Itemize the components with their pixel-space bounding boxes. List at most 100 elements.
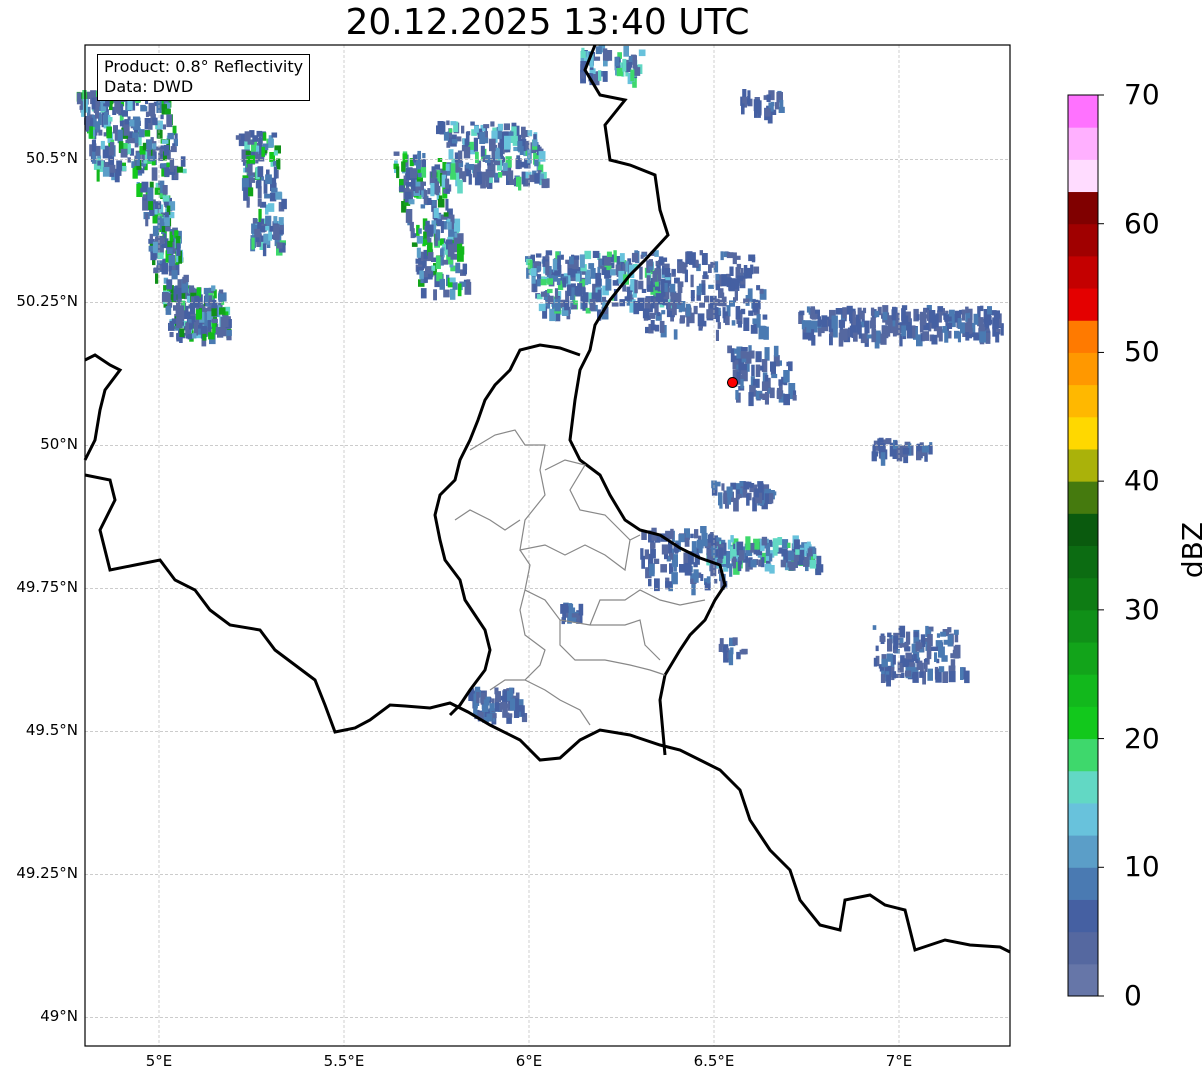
echo-pixel bbox=[853, 332, 858, 342]
echo-pixel bbox=[732, 556, 736, 569]
colorbar-tick-label: 30 bbox=[1124, 592, 1160, 626]
echo-pixel bbox=[708, 534, 715, 543]
echo-pixel bbox=[751, 364, 755, 377]
echo-pixel bbox=[517, 141, 523, 152]
echo-pixel bbox=[750, 542, 755, 553]
echo-pixel bbox=[664, 268, 671, 278]
echo-pixel bbox=[985, 332, 991, 344]
echo-pixel bbox=[677, 281, 684, 288]
echo-pixel bbox=[149, 181, 154, 189]
echo-pixel bbox=[730, 535, 734, 543]
echo-pixel bbox=[455, 172, 460, 181]
echo-pixel bbox=[913, 631, 919, 638]
echo-pixel bbox=[262, 243, 267, 257]
colorbar-tick-label: 70 bbox=[1124, 78, 1160, 111]
echo-pixel bbox=[737, 320, 742, 328]
colorbar-tick-label: 10 bbox=[1124, 850, 1160, 884]
echo-pixel bbox=[451, 139, 458, 144]
echo-pixel bbox=[402, 153, 408, 163]
echo-pixel bbox=[965, 306, 969, 314]
echo-pixel bbox=[880, 452, 886, 466]
echo-pixel bbox=[886, 674, 891, 687]
echo-pixel bbox=[173, 305, 177, 311]
echo-pixel bbox=[927, 673, 932, 678]
echo-pixel bbox=[167, 132, 174, 140]
echo-pixel bbox=[735, 390, 739, 400]
echo-pixel bbox=[590, 268, 596, 279]
echo-pixel bbox=[901, 315, 909, 324]
echo-pixel bbox=[164, 167, 170, 177]
echo-pixel bbox=[780, 559, 786, 568]
echo-pixel bbox=[532, 139, 538, 147]
echo-pixel bbox=[660, 564, 667, 573]
echo-pixel bbox=[439, 278, 445, 290]
echo-pixel bbox=[426, 197, 432, 205]
echo-pixel bbox=[545, 250, 553, 256]
echo-pixel bbox=[706, 576, 711, 584]
echo-pixel bbox=[161, 226, 166, 233]
echo-pixel bbox=[638, 49, 646, 57]
echo-pixel bbox=[152, 143, 157, 150]
echo-pixel bbox=[405, 209, 413, 223]
echo-pixel bbox=[413, 233, 417, 238]
echo-pixel bbox=[435, 256, 441, 269]
echo-pixel bbox=[921, 314, 926, 326]
echo-pixel bbox=[723, 493, 728, 504]
echo-pixel bbox=[572, 265, 577, 269]
lon-tick-label: 6°E bbox=[515, 1052, 543, 1070]
echo-pixel bbox=[117, 129, 123, 144]
echo-pixel bbox=[547, 288, 553, 294]
echo-pixel bbox=[211, 318, 218, 324]
echo-pixel bbox=[806, 306, 810, 313]
echo-pixel bbox=[534, 173, 540, 184]
echo-pixel bbox=[901, 325, 907, 337]
echo-pixel bbox=[661, 257, 668, 262]
echo-pixel bbox=[265, 174, 272, 185]
echo-pixel bbox=[494, 172, 499, 181]
echo-pixel bbox=[478, 176, 482, 184]
echo-pixel bbox=[725, 315, 730, 326]
echo-pixel bbox=[161, 139, 169, 144]
echo-pixel bbox=[499, 147, 503, 157]
echo-pixel bbox=[905, 631, 911, 645]
echo-pixel bbox=[416, 247, 421, 258]
echo-pixel bbox=[931, 334, 938, 345]
echo-pixel bbox=[678, 534, 685, 543]
echo-pixel bbox=[148, 201, 153, 210]
echo-pixel bbox=[788, 550, 795, 561]
echo-pixel bbox=[776, 387, 782, 399]
echo-pixel bbox=[120, 148, 128, 158]
echo-pixel bbox=[501, 695, 506, 701]
echo-pixel bbox=[552, 258, 558, 273]
echo-pixel bbox=[915, 642, 923, 650]
echo-pixel bbox=[545, 261, 550, 276]
echo-pixel bbox=[726, 277, 731, 288]
echo-pixel bbox=[162, 185, 168, 195]
echo-pixel bbox=[517, 134, 522, 141]
echo-pixel bbox=[98, 129, 103, 136]
echo-pixel bbox=[434, 237, 438, 246]
echo-pixel bbox=[714, 307, 719, 319]
echo-pixel bbox=[602, 48, 608, 61]
echo-pixel bbox=[769, 493, 774, 504]
echo-pixel bbox=[715, 273, 720, 281]
echo-pixel bbox=[721, 274, 727, 287]
echo-pixel bbox=[562, 277, 567, 288]
echo-pixel bbox=[536, 265, 541, 272]
echo-pixel bbox=[521, 171, 526, 185]
echo-pixel bbox=[443, 131, 449, 141]
echo-pixel bbox=[693, 569, 699, 583]
echo-pixel bbox=[751, 257, 756, 263]
echo-pixel bbox=[443, 212, 449, 217]
lat-tick-label: 50°N bbox=[40, 435, 78, 454]
echo-pixel bbox=[554, 297, 561, 312]
echo-pixel bbox=[157, 252, 164, 260]
echo-pixel bbox=[405, 182, 412, 187]
echo-pixel bbox=[509, 698, 516, 711]
echo-pixel bbox=[509, 687, 513, 698]
echo-pixel bbox=[108, 117, 113, 122]
echo-pixel bbox=[154, 201, 162, 209]
echo-pixel bbox=[684, 562, 692, 576]
echo-pixel bbox=[127, 157, 131, 163]
echo-pixel bbox=[792, 395, 797, 401]
